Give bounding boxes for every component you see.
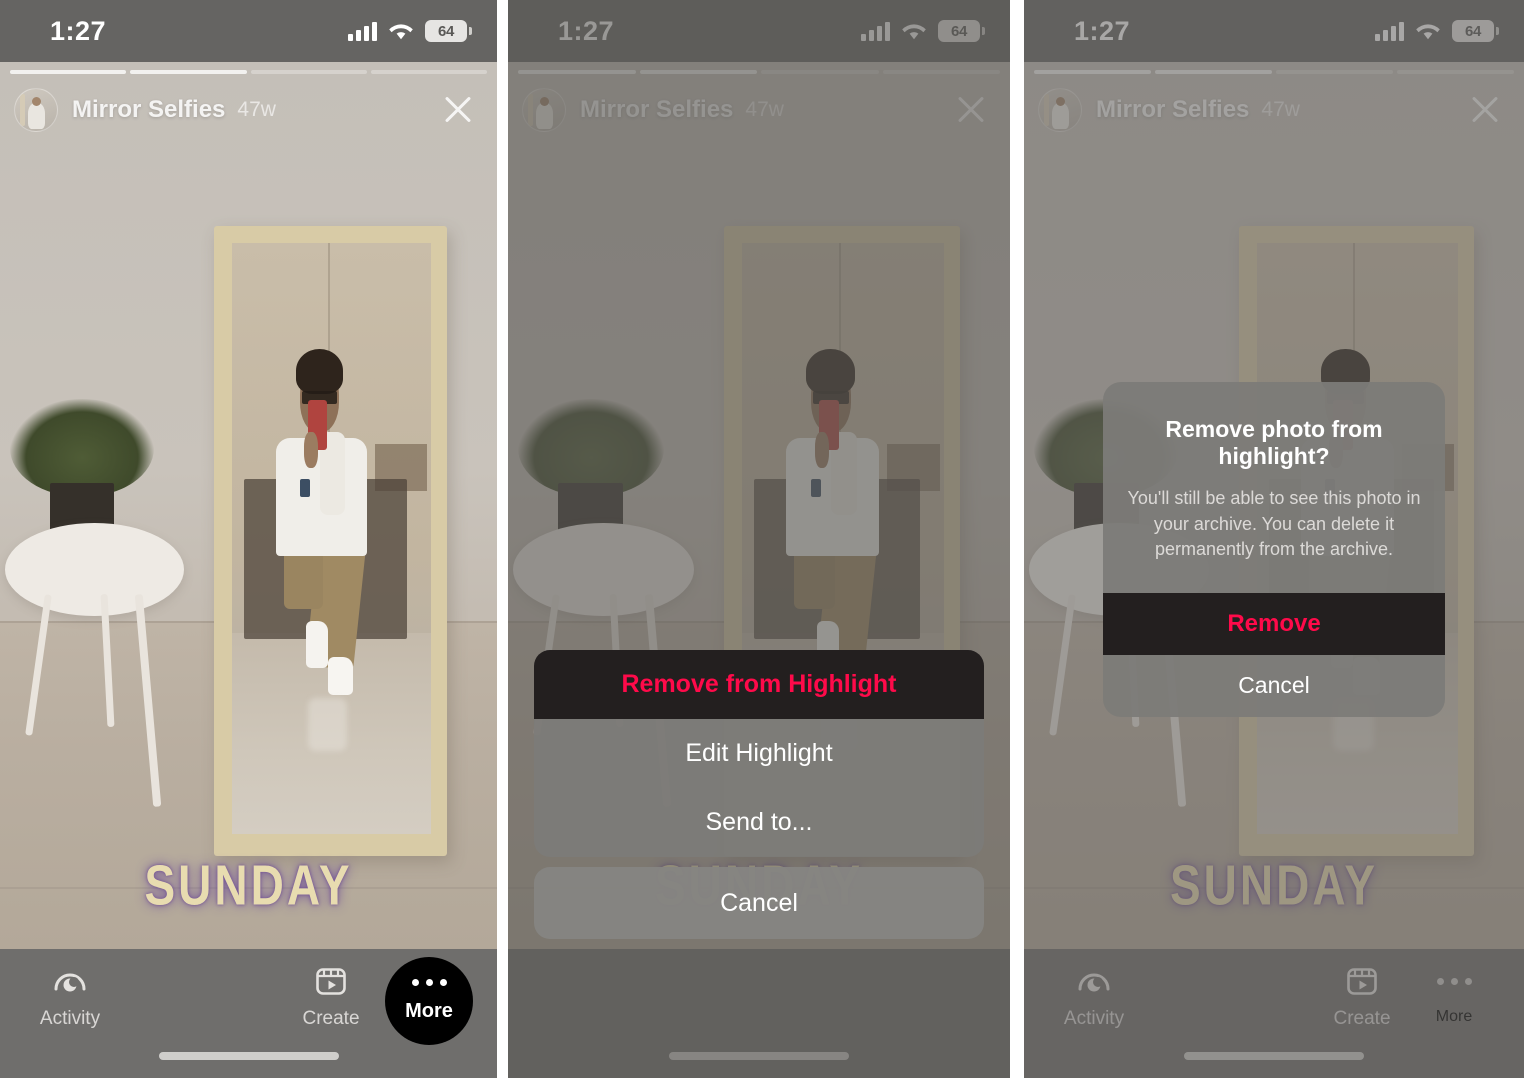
- story-progress-bar: [1034, 70, 1514, 74]
- status-bar: 1:27 64: [508, 0, 1010, 62]
- more-button[interactable]: More: [385, 957, 473, 1045]
- story-progress-bar: [518, 70, 1000, 74]
- battery-indicator: 64: [425, 20, 472, 42]
- home-indicator: [1184, 1052, 1364, 1060]
- phone-panel-2: 1:27 64 Mirror Selfies 47w Remove from H…: [508, 0, 1010, 1078]
- story-header: Mirror Selfies 47w: [1024, 80, 1524, 140]
- status-indicators: 64: [348, 20, 472, 42]
- tab-create-label: Create: [1333, 1008, 1391, 1029]
- tab-create[interactable]: Create: [285, 963, 377, 1030]
- cellular-signal-icon: [348, 21, 377, 41]
- action-send-to[interactable]: Send to...: [534, 788, 984, 857]
- highlight-age: 47w: [745, 98, 784, 121]
- ellipsis-icon: [1436, 963, 1472, 999]
- mirror-decor: [213, 226, 448, 856]
- alert-cancel-button[interactable]: Cancel: [1103, 655, 1445, 717]
- tab-activity[interactable]: Activity: [24, 963, 116, 1030]
- highlight-name: Mirror Selfies: [1096, 96, 1250, 123]
- bottom-tab-bar: Activity Create More: [0, 949, 497, 1078]
- phone-panel-3: 1:27 64 Mirror Selfies 47w SUNDAY Activi…: [1024, 0, 1524, 1078]
- create-reel-icon: [1346, 963, 1378, 999]
- stool-decor: [4, 523, 184, 617]
- ellipsis-icon: [411, 979, 447, 986]
- wifi-icon: [388, 22, 414, 41]
- close-icon[interactable]: [439, 91, 477, 129]
- status-bar: 1:27 64: [1024, 0, 1524, 62]
- remove-photo-alert: Remove photo from highlight? You'll stil…: [1103, 382, 1445, 717]
- create-reel-icon: [315, 963, 347, 999]
- cellular-signal-icon: [1375, 21, 1404, 41]
- tab-activity-label: Activity: [39, 1008, 101, 1029]
- activity-icon: [1077, 963, 1111, 999]
- tab-activity: Activity: [1048, 963, 1140, 1030]
- highlight-name: Mirror Selfies: [580, 96, 734, 123]
- highlight-avatar: [1038, 88, 1082, 132]
- stool-decor: [513, 523, 694, 617]
- story-photo: [0, 62, 497, 949]
- tab-activity-label: Activity: [1063, 1008, 1125, 1029]
- more-button-label: More: [405, 1000, 453, 1022]
- more-button: More: [1408, 963, 1500, 1026]
- alert-title: Remove photo from highlight?: [1165, 416, 1383, 469]
- action-edit-highlight[interactable]: Edit Highlight: [534, 719, 984, 788]
- status-indicators: 64: [861, 20, 985, 42]
- tab-create: Create: [1316, 963, 1408, 1030]
- highlight-avatar[interactable]: [14, 88, 58, 132]
- close-icon: [952, 91, 990, 129]
- battery-indicator: 64: [1452, 20, 1499, 42]
- action-remove-from-highlight[interactable]: Remove from Highlight: [534, 650, 984, 719]
- alert-body: Remove photo from highlight? You'll stil…: [1103, 382, 1445, 593]
- action-sheet: Remove from Highlight Edit Highlight Sen…: [534, 650, 984, 939]
- story-header: Mirror Selfies 47w: [508, 80, 1010, 140]
- highlight-age: 47w: [1261, 98, 1300, 121]
- highlight-age: 47w: [237, 98, 276, 121]
- plant-decor: [518, 399, 664, 497]
- bottom-tab-bar: Activity Create More: [1024, 949, 1524, 1078]
- story-caption: SUNDAY: [144, 853, 353, 917]
- wifi-icon: [901, 22, 927, 41]
- status-clock: 1:27: [1074, 15, 1131, 46]
- tab-create-label: Create: [302, 1008, 360, 1029]
- story-viewer[interactable]: Mirror Selfies 47w SUNDAY: [0, 62, 497, 949]
- close-icon: [1466, 91, 1504, 129]
- plant-decor: [9, 399, 155, 497]
- status-indicators: 64: [1375, 20, 1499, 42]
- battery-indicator: 64: [938, 20, 985, 42]
- wifi-icon: [1415, 22, 1441, 41]
- alert-remove-button[interactable]: Remove: [1103, 592, 1445, 655]
- story-caption: SUNDAY: [1169, 853, 1379, 917]
- phone-panel-1: 1:27 64 Mirror Selfies 47w SUNDAY Activi…: [0, 0, 497, 1078]
- home-indicator: [158, 1052, 339, 1060]
- more-button-label: More: [1435, 1008, 1473, 1025]
- status-clock: 1:27: [50, 15, 107, 46]
- action-sheet-group: Remove from Highlight Edit Highlight Sen…: [534, 650, 984, 857]
- action-sheet-cancel-button[interactable]: Cancel: [534, 867, 984, 939]
- bottom-tab-bar: [508, 949, 1010, 1078]
- status-bar: 1:27 64: [0, 0, 497, 62]
- highlight-name: Mirror Selfies: [72, 96, 226, 123]
- story-header: Mirror Selfies 47w: [0, 80, 497, 140]
- alert-message: You'll still be able to see this photo i…: [1127, 488, 1421, 560]
- highlight-avatar: [522, 88, 566, 132]
- story-progress-bar: [10, 70, 487, 74]
- activity-icon: [53, 963, 87, 999]
- cellular-signal-icon: [861, 21, 890, 41]
- home-indicator: [669, 1052, 849, 1060]
- status-clock: 1:27: [558, 15, 615, 46]
- screenshot-board: 1:27 64 Mirror Selfies 47w SUNDAY Activi…: [0, 0, 1524, 1078]
